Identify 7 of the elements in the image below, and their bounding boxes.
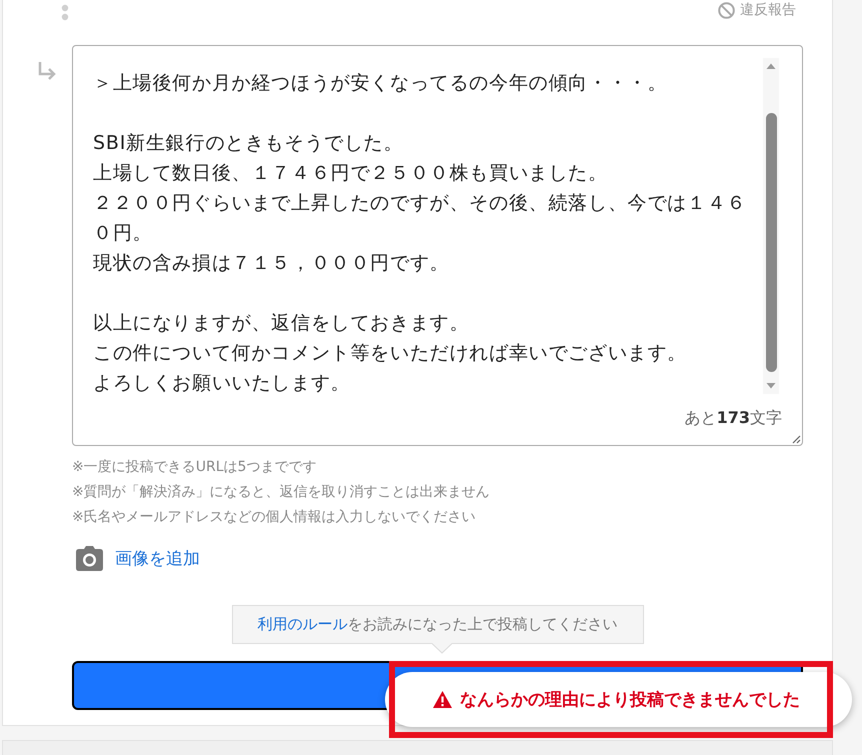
toast-message: なんらかの理由により投稿できませんでした [460, 689, 800, 711]
note-text: ※一度に投稿できるURLは5つまでです [72, 458, 316, 477]
note-text: ※質問が「解決済み」になると、返信を取り消すことは出来ません [72, 483, 490, 502]
reply-paragraph: 以上になりますが、返信をしておきます。 この件について何かコメント等をいただければ幸いでございます。 よろしくお願いいたします。 [93, 311, 688, 396]
reply-paragraph: ＞上場後何か月か経つほうが安くなってるの今年の傾向・・・。 [93, 71, 668, 96]
note-text: ※氏名やメールアドレスなどの個人情報は入力しないでください [72, 508, 476, 527]
reply-paragraph: SBI新生銀行のときもそうでした。 上場して数日後、１７４６円で２５００株も買いました。 ２２００円ぐらいまで上昇したのですが、その後、続落し、今では１４６ ０円。 現状の含み損は７１５，０００円です。 [93, 131, 748, 276]
